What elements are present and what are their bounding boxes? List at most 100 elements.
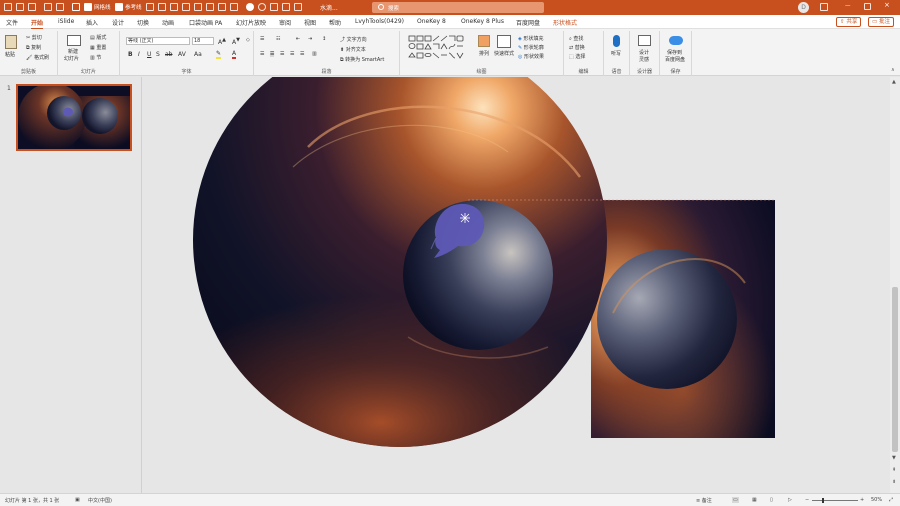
crop-icon[interactable] xyxy=(230,3,238,11)
scroll-down-icon[interactable]: ▼ xyxy=(892,455,896,461)
bullets-icon[interactable]: ☰ xyxy=(260,36,264,42)
align-center-text-icon[interactable]: ☰ xyxy=(270,51,275,57)
tab-slideshow[interactable]: 幻灯片放映 xyxy=(236,18,266,27)
notes-button[interactable]: ≡ 备注 xyxy=(696,497,712,504)
normal-view-icon[interactable]: ▭ xyxy=(732,497,739,503)
microphone-icon[interactable] xyxy=(613,35,620,47)
align-middle-icon[interactable] xyxy=(194,3,202,11)
tab-help[interactable]: 帮助 xyxy=(329,18,341,27)
circle-image[interactable] xyxy=(183,77,623,457)
bold-icon[interactable]: B xyxy=(128,51,133,58)
save-to-label-2[interactable]: 百度网盘 xyxy=(665,56,685,63)
next-slide-icon[interactable]: ⇟ xyxy=(892,479,896,485)
scroll-up-icon[interactable]: ▲ xyxy=(892,79,896,85)
tab-home[interactable]: 开始 xyxy=(31,18,44,30)
arrange-icon[interactable] xyxy=(478,35,490,47)
align-right-icon[interactable] xyxy=(170,3,178,11)
align-left-text-icon[interactable]: ☰ xyxy=(260,51,264,57)
grow-font-icon[interactable]: A▲ xyxy=(218,37,226,46)
prev-slide-icon[interactable]: ⇞ xyxy=(892,467,896,473)
font-family-select[interactable]: 等线 (正文) xyxy=(126,37,190,45)
shape-circle-icon[interactable] xyxy=(246,3,254,11)
more-commands-icon[interactable] xyxy=(294,3,302,11)
reading-view-icon[interactable]: ▯ xyxy=(770,497,773,503)
maximize-icon[interactable] xyxy=(864,3,871,10)
dictate-label[interactable]: 听写 xyxy=(611,50,621,57)
shape-ring-icon[interactable] xyxy=(258,3,266,11)
zoom-slider-thumb[interactable] xyxy=(822,498,824,503)
font-color-icon[interactable]: A xyxy=(232,50,237,59)
strikethrough-icon[interactable]: ab xyxy=(165,51,173,58)
design-ideas-icon[interactable] xyxy=(638,35,651,46)
comment-button[interactable]: ▭ 批注 xyxy=(868,17,894,27)
shape-rect-icon[interactable] xyxy=(270,3,278,11)
design-ideas-label-2[interactable]: 灵感 xyxy=(639,56,649,63)
shrink-font-icon[interactable]: A▼ xyxy=(232,37,240,46)
align-right-text-icon[interactable]: ☰ xyxy=(280,51,284,57)
layout-button[interactable]: ▤ 版式 xyxy=(90,34,106,41)
text-direction-button[interactable]: ⤴ 文字方向 xyxy=(340,36,367,43)
cloud-icon[interactable] xyxy=(669,36,683,45)
undo-icon[interactable] xyxy=(28,3,36,11)
tab-view[interactable]: 视图 xyxy=(304,18,316,27)
highlight-icon[interactable]: ✎ xyxy=(216,50,222,59)
shape-gallery[interactable] xyxy=(408,35,470,61)
char-spacing-icon[interactable]: AV xyxy=(178,51,186,58)
line-spacing-icon[interactable]: ↕ xyxy=(322,36,326,42)
paste-icon[interactable] xyxy=(5,35,17,49)
distributed-icon[interactable]: ☰ xyxy=(300,51,304,57)
shape-pen-icon[interactable] xyxy=(282,3,290,11)
zoom-slider[interactable] xyxy=(812,498,858,503)
shape-effects-button[interactable]: ◎ 形状效果 xyxy=(518,53,544,60)
underline-icon[interactable]: U xyxy=(147,51,151,58)
vertical-scrollbar[interactable]: ▲ ▼ ⇞ ⇟ xyxy=(890,77,900,493)
zoom-level[interactable]: 50% xyxy=(871,497,882,503)
tab-shape-format[interactable]: 形状格式 xyxy=(553,18,577,27)
align-left-icon[interactable] xyxy=(146,3,154,11)
slideshow-view-icon[interactable]: ▷ xyxy=(788,497,792,503)
increase-indent-icon[interactable]: ⇥ xyxy=(308,36,312,42)
decrease-indent-icon[interactable]: ⇤ xyxy=(296,36,300,42)
zoom-in-icon[interactable]: + xyxy=(860,497,864,503)
save-icon[interactable] xyxy=(16,3,24,11)
replace-button[interactable]: ⇄ 替换 xyxy=(569,44,585,51)
slide-thumbnail[interactable] xyxy=(16,84,132,151)
align-top-icon[interactable] xyxy=(182,3,190,11)
tab-onekey8[interactable]: OneKey 8 xyxy=(417,18,446,25)
numbering-icon[interactable]: ☷ xyxy=(276,36,280,42)
reset-button[interactable]: ▦ 重置 xyxy=(90,44,106,51)
shape-outline-button[interactable]: ✎ 形状轮廓 xyxy=(518,44,544,51)
ribbon-display-icon[interactable] xyxy=(820,3,828,11)
tab-insert[interactable]: 插入 xyxy=(86,18,98,27)
select-button[interactable]: ⬚ 选择 xyxy=(569,53,585,60)
search-box[interactable]: 搜索 xyxy=(372,2,544,13)
slide-canvas[interactable] xyxy=(143,77,890,493)
clear-format-icon[interactable]: ◇ xyxy=(246,37,250,43)
tab-review[interactable]: 审阅 xyxy=(279,18,291,27)
tab-lvyhtools[interactable]: LvyhTools(0429) xyxy=(355,18,404,25)
find-button[interactable]: ⌕ 查找 xyxy=(569,35,583,42)
new-slide-icon[interactable] xyxy=(67,35,81,46)
copy-button[interactable]: ⧉ 复制 xyxy=(26,44,41,51)
format-painter-button[interactable]: 🖌 格式刷 xyxy=(26,54,49,61)
user-avatar[interactable]: D xyxy=(798,2,809,13)
align-center-icon[interactable] xyxy=(158,3,166,11)
minimize-icon[interactable]: — xyxy=(845,3,851,9)
tab-islide[interactable]: iSlide xyxy=(58,18,74,25)
share-button[interactable]: ⇧ 共享 xyxy=(836,17,862,27)
save-to-label[interactable]: 保存到 xyxy=(667,49,682,56)
tab-baidu-netdisk[interactable]: 百度网盘 xyxy=(516,18,540,27)
font-size-select[interactable]: 18 xyxy=(192,37,214,45)
cut-button[interactable]: ✂ 剪切 xyxy=(26,34,42,41)
tab-design[interactable]: 设计 xyxy=(112,18,124,27)
section-button[interactable]: ▥ 节 xyxy=(90,54,101,61)
guide-checkbox[interactable] xyxy=(115,3,123,11)
paste-label[interactable]: 粘贴 xyxy=(5,51,15,58)
accessibility-icon[interactable]: ▣ xyxy=(75,497,80,503)
distribute-icon[interactable] xyxy=(218,3,226,11)
close-icon[interactable]: × xyxy=(884,1,890,9)
slide-sorter-icon[interactable]: ▦ xyxy=(752,497,757,503)
align-bottom-icon[interactable] xyxy=(206,3,214,11)
grid-checkbox[interactable] xyxy=(84,3,92,11)
scroll-thumb[interactable] xyxy=(892,287,898,452)
